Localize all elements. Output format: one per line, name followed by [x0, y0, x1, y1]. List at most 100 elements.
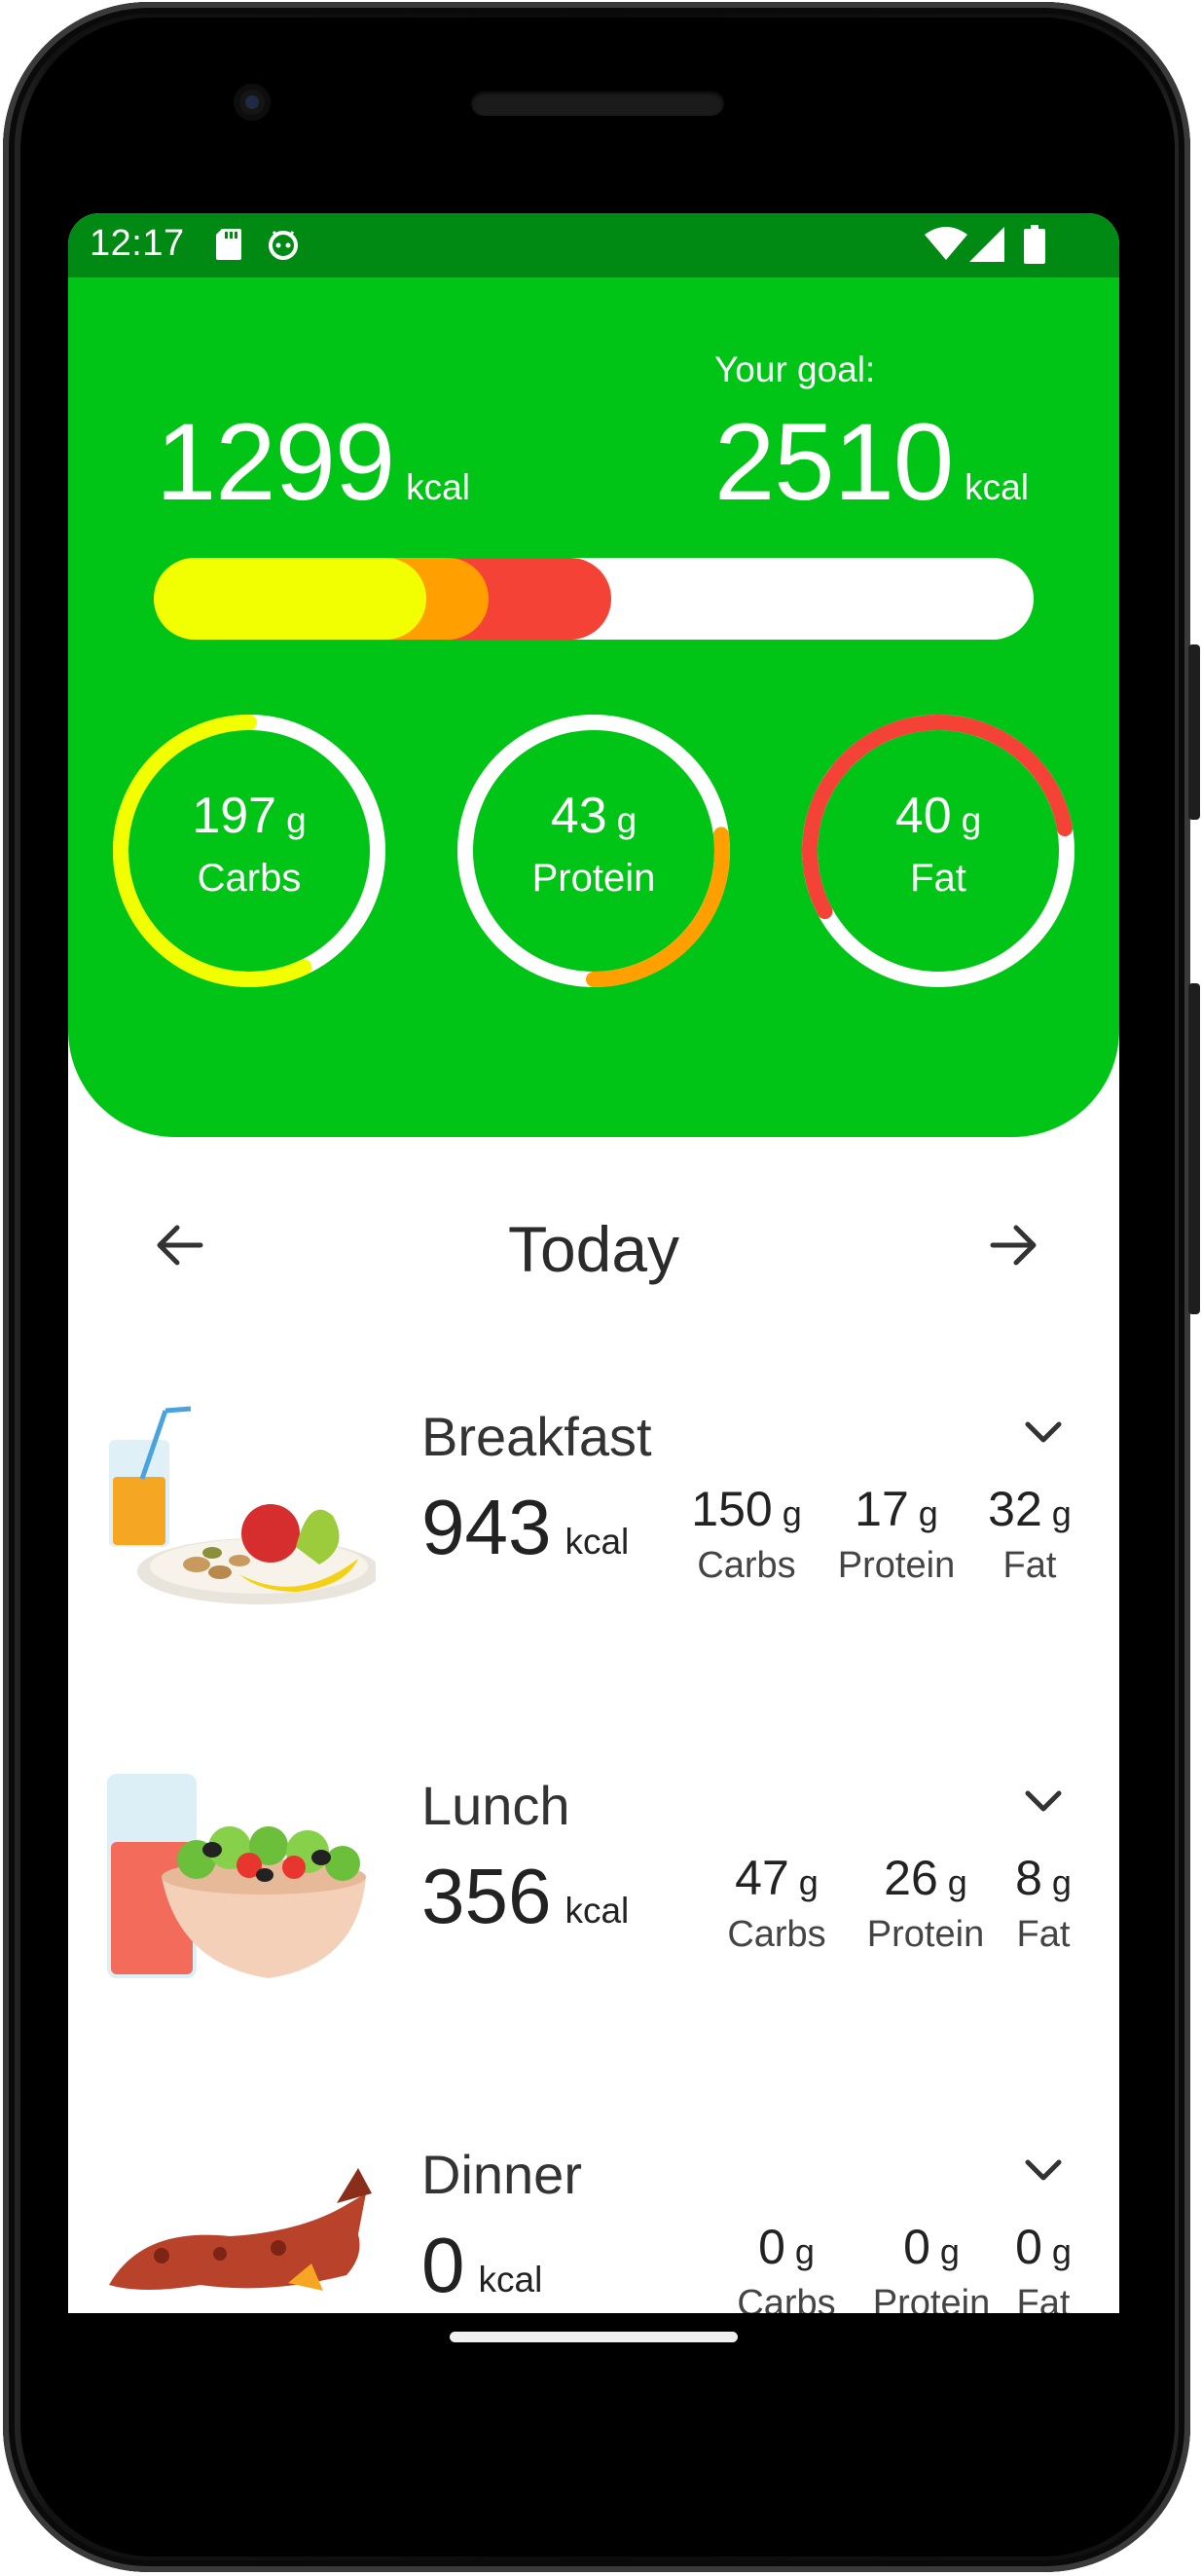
meal-kcal: 943 kcal: [421, 1489, 629, 1566]
meal-protein-label: Protein: [866, 1914, 985, 1955]
carbs-total: 197 g: [111, 787, 387, 845]
meal-protein-value: 17: [855, 1482, 909, 1536]
meal-kcal-value: 943: [421, 1484, 552, 1570]
carbs-total-unit: g: [286, 800, 307, 840]
meal-carbs-label: Carbs: [737, 2283, 836, 2313]
volume-button: [1188, 983, 1200, 1314]
calorie-progress-bar: [154, 558, 1034, 640]
meal-kcal-unit: kcal: [565, 1522, 630, 1562]
meal-protein: 17 g Protein: [823, 1481, 969, 1587]
carbs-ring: 197 g Carbs: [111, 713, 387, 989]
android-icon: [269, 231, 298, 260]
meal-carbs: 47 g Carbs: [718, 1850, 835, 1956]
app-screen: 12:17 1299 kcal Your goal: 2510 kcal 197…: [68, 213, 1119, 2313]
meal-fat-value: 32: [988, 1482, 1042, 1536]
meal-fat-unit: g: [1051, 2231, 1072, 2271]
meal-kcal-unit: kcal: [478, 2260, 543, 2300]
status-bar: 12:17: [68, 213, 1119, 277]
chevron-down-icon[interactable]: [1018, 1413, 1069, 1452]
meal-protein-unit: g: [939, 2231, 960, 2271]
meal-fat: 8g Fat: [1004, 1850, 1082, 1956]
carbs-ring-chart: [113, 715, 385, 987]
dinner-illustration: [109, 2168, 372, 2291]
lunch-illustration: [107, 1774, 366, 1978]
meal-kcal: 0 kcal: [421, 2226, 542, 2304]
fat-total: 40 g: [800, 787, 1076, 845]
status-time: 12:17: [90, 223, 185, 264]
goal-kcal: 2510 kcal: [714, 408, 1029, 517]
meal-protein-value: 0: [903, 2220, 930, 2274]
signal-icon: [969, 227, 1004, 262]
arrow-right-icon[interactable]: [983, 1214, 1045, 1276]
meal-carbs-label: Carbs: [727, 1914, 826, 1955]
protein-ring-label: Protein: [531, 857, 656, 900]
meal-card-breakfast[interactable]: Breakfast 943 kcal 150 g Carbs 17 g Protei…: [68, 1391, 1119, 1683]
meal-kcal-unit: kcal: [565, 1891, 630, 1931]
meal-carbs: 150 g Carbs: [683, 1481, 810, 1587]
meal-protein-unit: g: [918, 1493, 938, 1533]
meal-kcal-value: 0: [421, 2222, 465, 2308]
date-label: Today: [507, 1213, 680, 1285]
fat-ring-arc: [802, 715, 1075, 987]
earpiece-speaker: [471, 91, 724, 116]
meal-carbs-label: Carbs: [697, 1545, 796, 1586]
meal-carbs-value: 47: [735, 1851, 789, 1905]
fat-ring-chart: [802, 715, 1075, 987]
progress-carbs-segment: [154, 558, 426, 640]
meal-fat-value: 8: [1015, 1851, 1042, 1905]
fat-ring: 40 g Fat: [800, 713, 1076, 989]
chevron-down-icon[interactable]: [1018, 2151, 1069, 2190]
fat-total-unit: g: [961, 800, 982, 840]
chevron-down-icon[interactable]: [1018, 1782, 1069, 1821]
breakfast-illustration: [109, 1406, 376, 1604]
eaten-kcal-unit: kcal: [406, 467, 470, 507]
meal-carbs-value: 150: [691, 1482, 773, 1536]
meal-protein-label: Protein: [837, 1545, 956, 1586]
power-button: [1188, 644, 1200, 820]
goal-label: Your goal:: [714, 350, 876, 389]
goal-kcal-value: 2510: [714, 401, 954, 523]
meal-kcal-value: 356: [421, 1853, 552, 1939]
meal-fat-unit: g: [1051, 1493, 1072, 1533]
meal-name: Dinner: [421, 2144, 582, 2205]
sd-card-icon: [216, 229, 241, 260]
wifi-icon: [925, 227, 967, 260]
fat-ring-label: Fat: [910, 857, 966, 900]
meal-carbs: 0g Carbs: [728, 2219, 845, 2313]
eaten-kcal: 1299 kcal: [156, 408, 470, 517]
battery-icon: [1024, 225, 1045, 264]
protein-total-unit: g: [616, 800, 637, 840]
meal-fat: 0g Fat: [1004, 2219, 1082, 2313]
protein-total: 43 g: [455, 787, 732, 845]
home-indicator[interactable]: [450, 2332, 738, 2342]
goal-kcal-unit: kcal: [965, 467, 1029, 507]
meal-fat-label: Fat: [1002, 1545, 1057, 1586]
eaten-kcal-value: 1299: [156, 401, 395, 523]
carbs-ring-label: Carbs: [197, 857, 302, 900]
meal-name: Breakfast: [421, 1406, 652, 1467]
fat-total-value: 40: [894, 788, 952, 844]
protein-total-value: 43: [550, 788, 607, 844]
meal-carbs-unit: g: [798, 1862, 819, 1902]
meal-kcal: 356 kcal: [421, 1858, 629, 1935]
meal-carbs-value: 0: [758, 2220, 785, 2274]
meal-protein-label: Protein: [872, 2283, 991, 2313]
date-navigation: Today: [68, 1187, 1119, 1304]
meal-fat-unit: g: [1051, 1862, 1072, 1902]
meal-card-dinner[interactable]: Dinner 0 kcal 0g Carbs 0g Protein 0g Fat: [68, 2129, 1119, 2313]
meal-card-lunch[interactable]: Lunch 356 kcal 47 g Carbs 26 g Protein 8g …: [68, 1760, 1119, 2052]
meal-protein-unit: g: [947, 1862, 967, 1902]
calorie-summary-card: 1299 kcal Your goal: 2510 kcal 197 g Carb…: [68, 277, 1119, 1137]
meal-fat-value: 0: [1015, 2220, 1042, 2274]
protein-ring: 43 g Protein: [455, 713, 732, 989]
meal-fat-label: Fat: [1016, 2283, 1071, 2313]
meal-name: Lunch: [421, 1775, 570, 1836]
meal-protein-value: 26: [884, 1851, 938, 1905]
meal-carbs-unit: g: [782, 1493, 802, 1533]
meal-protein: 0g Protein: [858, 2219, 1004, 2313]
meal-carbs-unit: g: [794, 2231, 815, 2271]
meal-fat-label: Fat: [1016, 1914, 1071, 1955]
meal-fat: 32 g Fat: [981, 1481, 1078, 1587]
protein-ring-chart: [457, 715, 730, 987]
carbs-total-value: 197: [192, 788, 277, 844]
